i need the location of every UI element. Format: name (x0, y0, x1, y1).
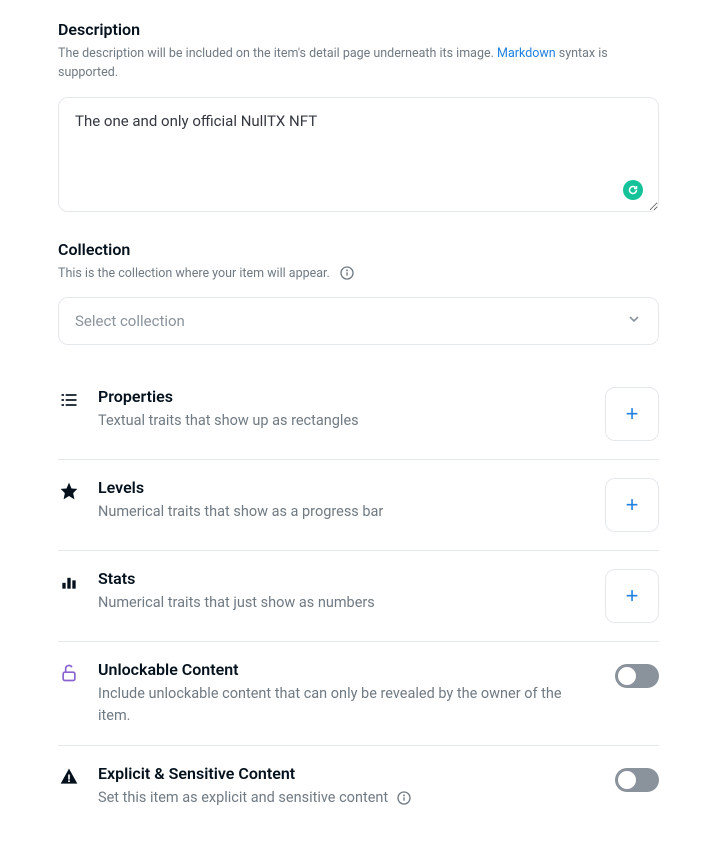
add-levels-button[interactable]: + (605, 478, 659, 532)
explicit-content: Explicit & Sensitive Content Set this it… (98, 764, 597, 809)
chevron-down-icon (626, 311, 642, 331)
grammarly-icon[interactable] (623, 180, 643, 200)
stats-row: Stats Numerical traits that just show as… (58, 551, 659, 642)
desc-subtitle-prefix: The description will be included on the … (58, 46, 497, 61)
description-subtitle: The description will be included on the … (58, 45, 659, 83)
collection-placeholder: Select collection (75, 312, 185, 330)
levels-title: Levels (98, 478, 587, 497)
plus-icon: + (626, 492, 639, 518)
bar-chart-icon (58, 571, 80, 593)
levels-row: Levels Numerical traits that show as a p… (58, 460, 659, 551)
collection-select[interactable]: Select collection (58, 297, 659, 345)
unlockable-row: Unlockable Content Include unlockable co… (58, 642, 659, 746)
star-icon (58, 480, 80, 502)
explicit-row: Explicit & Sensitive Content Set this it… (58, 746, 659, 827)
explicit-desc: Set this item as explicit and sensitive … (98, 787, 597, 809)
unlockable-toggle[interactable] (615, 664, 659, 688)
unlockable-title: Unlockable Content (98, 660, 597, 679)
markdown-link[interactable]: Markdown (497, 46, 556, 61)
plus-icon: + (626, 401, 639, 427)
plus-icon: + (626, 583, 639, 609)
levels-desc: Numerical traits that show as a progress… (98, 501, 587, 523)
stats-content: Stats Numerical traits that just show as… (98, 569, 587, 614)
stats-desc: Numerical traits that just show as numbe… (98, 592, 587, 614)
collection-title: Collection (58, 240, 659, 259)
explicit-title: Explicit & Sensitive Content (98, 764, 597, 783)
add-stats-button[interactable]: + (605, 569, 659, 623)
collection-subtitle: This is the collection where your item w… (58, 265, 659, 284)
warning-icon (58, 766, 80, 788)
explicit-toggle[interactable] (615, 768, 659, 792)
collection-select-wrap: Select collection (58, 297, 659, 345)
add-properties-button[interactable]: + (605, 387, 659, 441)
stats-title: Stats (98, 569, 587, 588)
collection-subtitle-text: This is the collection where your item w… (58, 266, 330, 281)
levels-content: Levels Numerical traits that show as a p… (98, 478, 587, 523)
unlockable-desc: Include unlockable content that can only… (98, 683, 597, 727)
info-icon[interactable] (339, 265, 355, 281)
description-section: Description The description will be incl… (58, 20, 659, 216)
explicit-desc-text: Set this item as explicit and sensitive … (98, 789, 388, 806)
description-title: Description (58, 20, 659, 39)
unlockable-content: Unlockable Content Include unlockable co… (98, 660, 597, 727)
properties-row: Properties Textual traits that show up a… (58, 369, 659, 460)
description-textarea-wrap (58, 97, 659, 216)
info-icon[interactable] (396, 790, 412, 806)
lock-open-icon (58, 662, 80, 684)
properties-content: Properties Textual traits that show up a… (98, 387, 587, 432)
collection-section: Collection This is the collection where … (58, 240, 659, 346)
properties-title: Properties (98, 387, 587, 406)
list-icon (58, 389, 80, 411)
properties-desc: Textual traits that show up as rectangle… (98, 410, 587, 432)
description-input[interactable] (58, 97, 659, 212)
